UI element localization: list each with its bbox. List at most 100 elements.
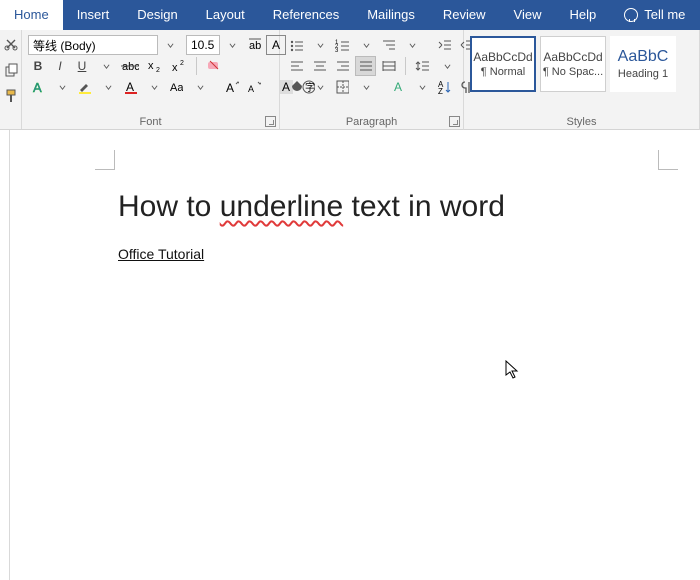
align-justify-button[interactable] [355,56,376,76]
change-case-button[interactable]: Aa [166,77,186,97]
tell-me[interactable]: Tell me [610,0,699,30]
text-effects-button[interactable]: A [28,77,48,97]
highlight-dropdown-icon[interactable] [98,77,118,97]
font-group-title: Font [22,116,279,128]
sort-button[interactable]: AZ [434,77,454,97]
borders-dropdown-icon[interactable] [356,77,376,97]
paragraph-dialog-launcher[interactable] [449,116,460,127]
style-sample: AaBbCcDd [543,50,602,64]
cut-button[interactable] [1,34,21,54]
tab-home[interactable]: Home [0,0,63,30]
distributed-button[interactable] [378,56,399,76]
style-name: Heading 1 [618,68,668,80]
document-area[interactable]: How to underline text in word Office Tut… [0,130,700,580]
style-card-nospacing[interactable]: AaBbCcDd ¶ No Spac... [540,36,606,92]
style-sample: AaBbCcDd [473,50,532,64]
align-center-button[interactable] [309,56,330,76]
separator [196,57,197,75]
strikethrough-button[interactable]: abc [118,56,142,76]
asian-layout-button[interactable]: A [388,77,408,97]
tab-references[interactable]: References [259,0,353,30]
styles-group-title: Styles [464,116,699,128]
paragraph-group-title: Paragraph [280,116,463,128]
clear-formatting-button[interactable] [203,56,225,76]
font-size-dropdown-icon[interactable] [222,35,242,55]
bullets-dropdown-icon[interactable] [310,35,330,55]
svg-text:x: x [148,60,154,72]
bold-button[interactable]: B [28,56,48,76]
heading-text-post: text in word [343,190,505,223]
tab-help[interactable]: Help [555,0,610,30]
shading-dropdown-icon[interactable] [310,77,330,97]
svg-text:Aa: Aa [170,82,183,94]
tell-me-label: Tell me [644,0,685,30]
font-color-dropdown-icon[interactable] [144,77,164,97]
document-link[interactable]: Office Tutorial [118,246,204,262]
font-size-input[interactable] [186,35,220,55]
line-spacing-dropdown-icon[interactable] [437,56,457,76]
separator [405,57,406,75]
decrease-indent-button[interactable] [434,35,454,55]
svg-text:A: A [272,38,280,52]
tab-review[interactable]: Review [429,0,500,30]
borders-button[interactable] [332,77,352,97]
svg-text:3: 3 [335,48,339,52]
phonetic-guide-button[interactable]: ab [244,35,264,55]
tab-mailings[interactable]: Mailings [353,0,429,30]
heading-text-err: underline [220,190,343,223]
font-name-input[interactable] [28,35,158,55]
asian-layout-dropdown-icon[interactable] [412,77,432,97]
highlight-button[interactable] [74,77,94,97]
align-right-button[interactable] [332,56,353,76]
numbering-dropdown-icon[interactable] [356,35,376,55]
svg-text:A: A [126,80,134,94]
bullets-button[interactable] [286,35,306,55]
svg-text:Z: Z [438,87,443,95]
align-left-button[interactable] [286,56,307,76]
document-heading[interactable]: How to underline text in word [118,190,640,224]
shrink-font-button[interactable]: A [244,77,264,97]
font-size-combo[interactable] [186,35,242,55]
svg-text:ab: ab [249,40,261,52]
underline-button[interactable]: U [72,56,92,76]
style-name: ¶ No Spac... [543,66,603,78]
svg-text:A: A [394,80,402,94]
underline-dropdown-icon[interactable] [96,56,116,76]
tab-view[interactable]: View [500,0,556,30]
margin-corner-tr [658,150,678,170]
font-name-combo[interactable] [28,35,180,55]
style-card-heading1[interactable]: AaBbC Heading 1 [610,36,676,92]
italic-button[interactable]: I [50,56,70,76]
copy-button[interactable] [1,60,21,80]
grow-font-button[interactable]: A [222,77,242,97]
ribbon: ab A B I U abc x2 x2 A A Aa A A [0,30,700,130]
font-group: ab A B I U abc x2 x2 A A Aa A A [22,30,280,130]
shading-button[interactable] [286,77,306,97]
change-case-dropdown-icon[interactable] [190,77,210,97]
tab-strip: Home Insert Design Layout References Mai… [0,0,700,30]
mouse-cursor-icon [505,360,519,380]
tab-design[interactable]: Design [123,0,191,30]
clipboard-group [0,30,22,129]
multilevel-list-button[interactable] [378,35,398,55]
text-effects-dropdown-icon[interactable] [52,77,72,97]
line-spacing-button[interactable] [412,56,433,76]
superscript-button[interactable]: x2 [168,56,190,76]
ruler-edge [0,130,10,580]
numbering-button[interactable]: 123 [332,35,352,55]
tab-insert[interactable]: Insert [63,0,124,30]
styles-group: AaBbCcDd ¶ Normal AaBbCcDd ¶ No Spac... … [464,30,700,130]
svg-text:abc: abc [122,61,139,73]
heading-text-pre: How to [118,190,220,223]
multilevel-dropdown-icon[interactable] [402,35,422,55]
style-card-normal[interactable]: AaBbCcDd ¶ Normal [470,36,536,92]
tab-layout[interactable]: Layout [192,0,259,30]
subscript-button[interactable]: x2 [144,56,166,76]
format-painter-button[interactable] [1,86,21,106]
page-body[interactable]: How to underline text in word Office Tut… [118,190,640,262]
font-name-dropdown-icon[interactable] [160,35,180,55]
svg-text:2: 2 [156,67,160,73]
margin-corner-tl [95,150,115,170]
font-color-button[interactable]: A [120,77,140,97]
font-dialog-launcher[interactable] [265,116,276,127]
